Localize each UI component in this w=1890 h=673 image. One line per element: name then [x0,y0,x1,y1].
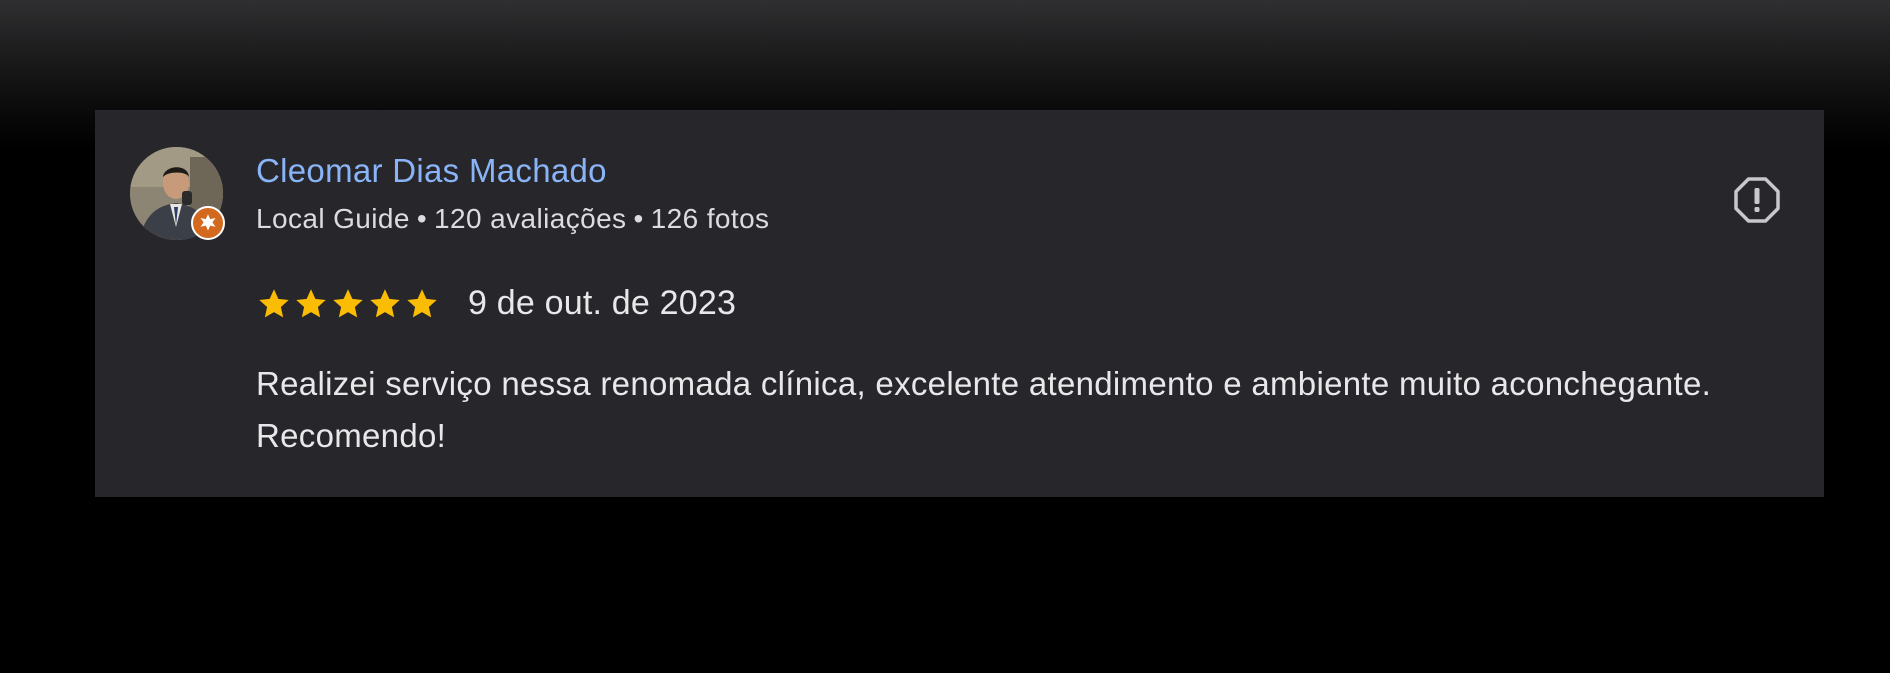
reviewer-name[interactable]: Cleomar Dias Machado [256,152,607,190]
meta-separator: • [416,203,428,234]
reviews-count: 120 avaliações [434,203,627,234]
local-guide-star-icon [200,214,216,231]
review-card: Cleomar Dias Machado Local Guide • 120 ava… [95,110,1824,497]
local-guide-label: Local Guide [256,203,410,234]
report-icon [1734,177,1780,223]
photos-count: 126 fotos [650,203,770,234]
review-date: 9 de out. de 2023 [468,284,737,322]
star-icon [259,289,289,318]
reviewer-avatar-wrapper[interactable] [130,147,225,240]
star-icon [370,289,400,318]
review-text: Realizei serviço nessa renomada clínica,… [256,365,1712,454]
report-button[interactable] [1732,175,1782,225]
local-guide-badge [191,206,225,240]
star-icon [333,289,363,318]
star-rating [256,286,440,322]
meta-separator: • [633,203,644,234]
reviewer-meta: Local Guide • 120 avaliações • 126 fotos [256,203,769,235]
star-icon [296,289,326,318]
star-icon [407,289,437,318]
